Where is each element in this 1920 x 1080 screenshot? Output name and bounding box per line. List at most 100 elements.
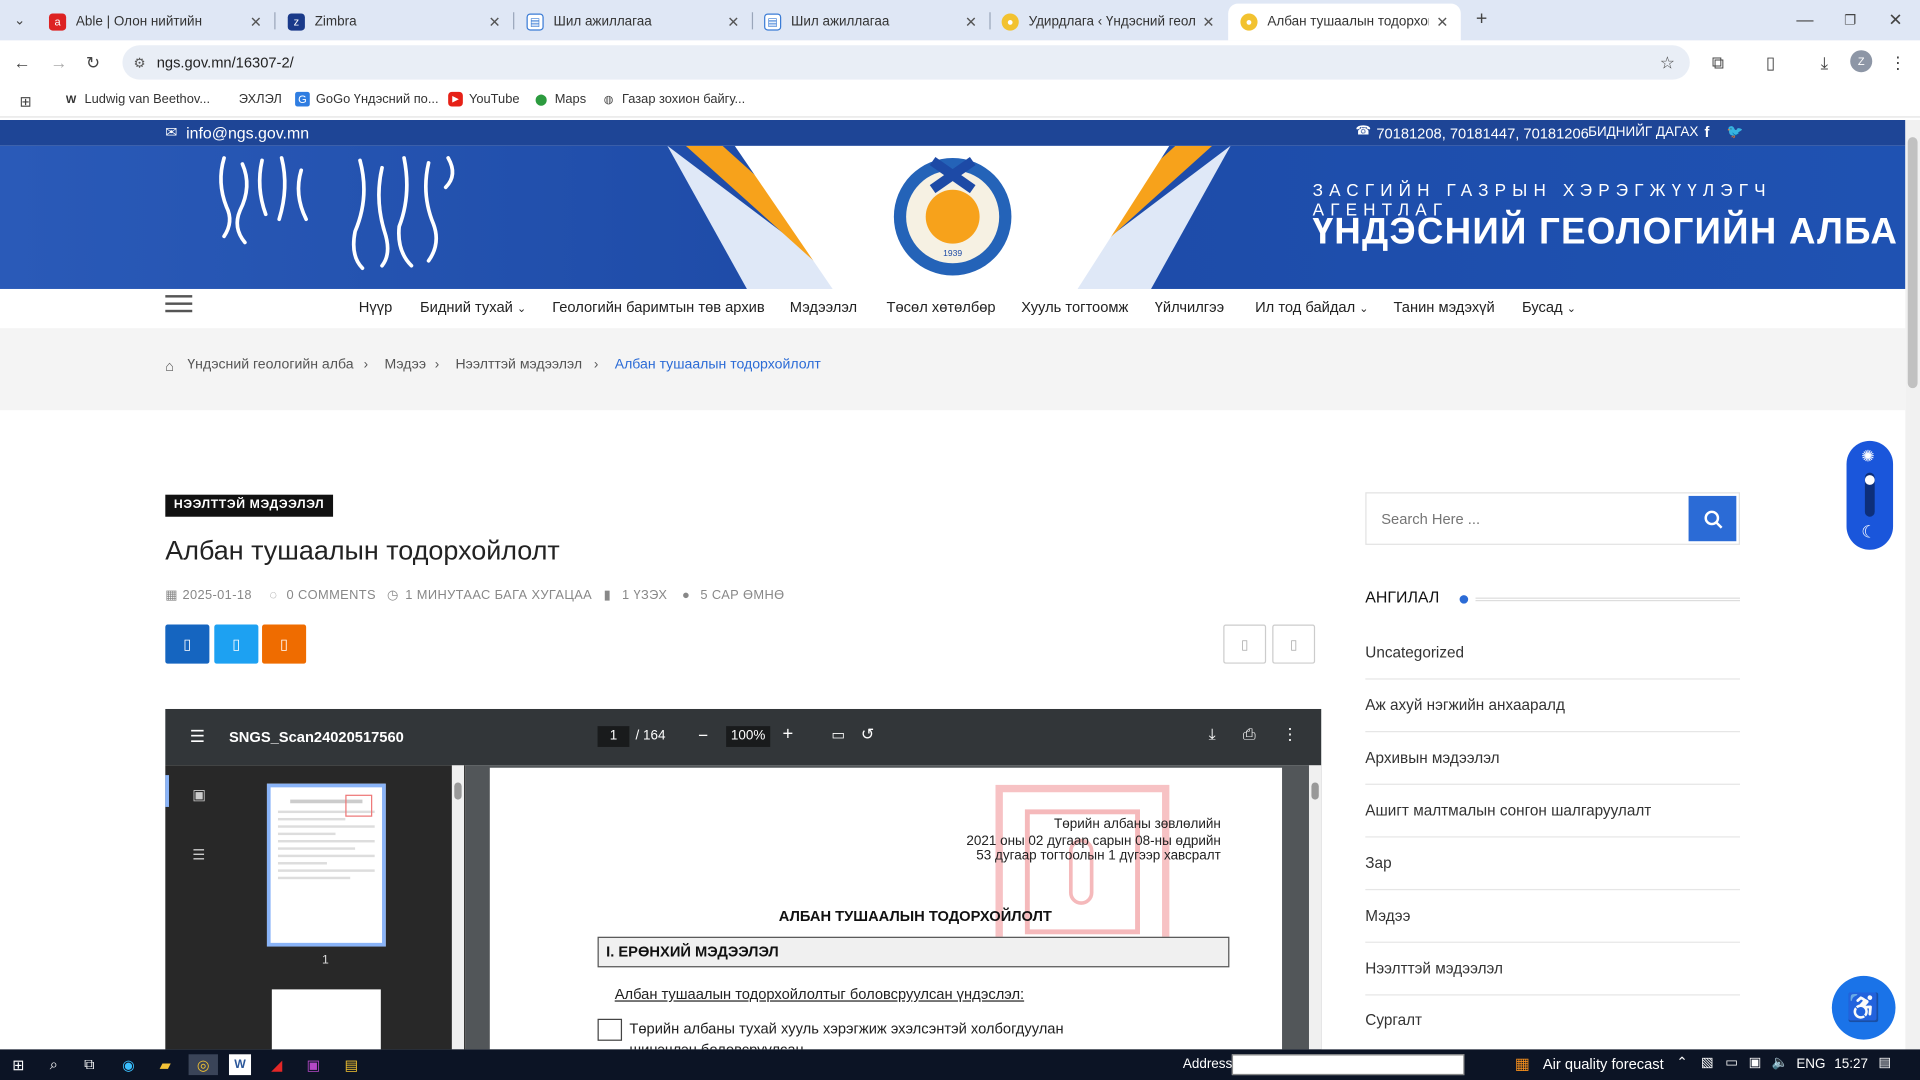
share-twitter-button[interactable]: ▯ (214, 624, 259, 664)
thumbnail-scrollbar[interactable] (451, 765, 465, 1050)
nav-projects[interactable]: Төсөл хөтөлбөр (887, 299, 996, 316)
zoom-in-icon[interactable]: + (782, 724, 793, 745)
notifications-icon[interactable]: ▤ (1878, 1054, 1891, 1071)
bookmark-item[interactable]: ◍ Газар зохион байгу... (601, 92, 745, 107)
reading-mode-icon[interactable]: ▯ (1758, 50, 1782, 74)
clock[interactable]: 15:27 (1834, 1057, 1868, 1072)
search-input[interactable] (1366, 493, 1688, 544)
category-link[interactable]: Зар (1365, 855, 1741, 891)
restore-button[interactable]: ❐ (1838, 7, 1862, 31)
tray-display-icon[interactable]: ▭ (1725, 1054, 1738, 1071)
page-scrollbar[interactable] (1905, 120, 1920, 1050)
rotate-icon[interactable]: ↺ (861, 725, 874, 745)
nav-other[interactable]: Бусад ⌄ (1522, 299, 1576, 316)
hamburger-menu-icon[interactable] (165, 295, 193, 313)
nav-about[interactable]: Бидний тухай ⌄ (420, 299, 526, 316)
category-link[interactable]: Ашигт малтмалын сонгон шалгаруулалт (1365, 802, 1741, 838)
language-indicator[interactable]: ENG (1796, 1057, 1825, 1072)
outline-icon[interactable]: ☰ (192, 846, 205, 863)
weather-widget[interactable]: Air quality forecast (1543, 1056, 1664, 1073)
volume-icon[interactable]: 🔈 (1772, 1054, 1789, 1071)
email-post-button[interactable]: ▯ (1272, 624, 1316, 664)
nav-services[interactable]: Үйлчилгээ (1155, 299, 1224, 316)
browser-tab[interactable]: z Zimbra ✕ (276, 4, 514, 41)
category-link[interactable]: Сургалт (1365, 1011, 1740, 1045)
reload-icon[interactable]: ↻ (81, 50, 105, 74)
file-explorer-icon[interactable]: ▰ (154, 1054, 176, 1075)
pdf-print-icon[interactable]: ⎙ (1243, 725, 1256, 745)
new-tab-button[interactable]: + (1469, 7, 1493, 31)
nav-knowledge[interactable]: Танин мэдэхүй (1393, 299, 1494, 316)
pdf-zoom-input[interactable]: 100% (726, 726, 771, 747)
nav-archive[interactable]: Геологийн баримтын төв архив (552, 299, 764, 316)
category-link[interactable]: Архивын мэдээлэл (1365, 749, 1741, 785)
tray-chevron-icon[interactable]: ⌃ (1676, 1054, 1687, 1071)
tray-app-icon[interactable]: ▣ (1749, 1054, 1762, 1071)
nav-transparency[interactable]: Ил тод байдал ⌄ (1255, 299, 1368, 316)
extensions-icon[interactable]: ⧉ (1706, 50, 1730, 74)
pdf-scrollbar[interactable] (1308, 765, 1322, 1050)
category-link[interactable]: Аж ахуй нэгжийн анхааралд (1365, 697, 1741, 733)
nav-home[interactable]: Нүүр (359, 299, 392, 316)
browser-tab-active[interactable]: ● Албан тушаалын тодорхойлол ✕ (1228, 3, 1461, 41)
search-button[interactable] (1688, 495, 1737, 542)
page-thumbnail[interactable] (266, 783, 386, 947)
category-badge[interactable]: НЭЭЛТТЭЙ МЭДЭЭЛЭЛ (165, 494, 333, 517)
downloads-icon[interactable]: ⤓ (1812, 50, 1836, 74)
post-comments[interactable]: 0 COMMENTS (287, 588, 376, 603)
acrobat-icon[interactable]: ◢ (266, 1054, 288, 1075)
forward-icon[interactable]: → (47, 50, 71, 74)
category-link[interactable]: Uncategorized (1365, 644, 1741, 680)
share-reddit-button[interactable]: ▯ (262, 624, 307, 664)
close-tab-icon[interactable]: ✕ (965, 13, 977, 30)
taskbar-address-input[interactable] (1231, 1054, 1465, 1076)
tray-network-icon[interactable]: ▧ (1701, 1054, 1714, 1071)
browser-tab[interactable]: ▤ Шил ажиллагаа ✕ (514, 4, 752, 41)
bookmark-star-icon[interactable]: ☆ (1660, 52, 1675, 73)
close-tab-icon[interactable]: ✕ (1202, 13, 1214, 30)
tab-search-icon[interactable]: ⌄ (7, 7, 31, 31)
twitter-icon[interactable]: 🐦 (1727, 124, 1744, 140)
thumbnails-icon[interactable]: ▣ (192, 786, 206, 803)
pdf-download-icon[interactable]: ⤓ (1209, 725, 1216, 745)
address-bar[interactable]: ⚙ ngs.gov.mn/16307-2/ ☆ (122, 45, 1690, 80)
app-icon[interactable]: ▤ (340, 1054, 362, 1075)
bookmark-item[interactable]: ЭХЛЭЛ (239, 92, 282, 107)
bookmark-item[interactable]: W Ludwig van Beethov... (64, 92, 210, 107)
pdf-more-icon[interactable]: ⋮ (1282, 725, 1298, 745)
browser-tab[interactable]: a Able | Олон нийтийн ✕ (37, 4, 275, 41)
search-icon[interactable]: ⌕ (43, 1054, 65, 1075)
site-info-icon[interactable]: ⚙ (133, 54, 145, 71)
browser-tab[interactable]: ● Удирдлага ‹ Үндэсний геологи ✕ (989, 4, 1227, 41)
nav-information[interactable]: Мэдээлэл (790, 299, 857, 316)
theme-toggle[interactable]: ✺ ☾ (1846, 440, 1894, 550)
share-facebook-button[interactable]: ▯ (165, 624, 210, 664)
category-link[interactable]: Мэдээ (1365, 907, 1741, 943)
bookmark-item[interactable]: ⬤ Maps (534, 92, 586, 107)
close-tab-icon[interactable]: ✕ (727, 13, 739, 30)
apps-grid-icon[interactable]: ⊞ (13, 89, 37, 113)
pdf-page-input[interactable]: 1 (597, 726, 630, 747)
windows-start-icon[interactable]: ⊞ (7, 1054, 29, 1075)
chrome-icon[interactable]: ◎ (188, 1054, 218, 1076)
fit-page-icon[interactable]: ▭ (831, 726, 845, 743)
pdf-menu-icon[interactable]: ☰ (190, 726, 205, 747)
close-tab-icon[interactable]: ✕ (250, 13, 262, 30)
word-icon[interactable]: W (228, 1054, 252, 1076)
zoom-out-icon[interactable]: − (698, 725, 708, 745)
accessibility-button[interactable]: ♿ (1831, 975, 1896, 1040)
task-view-icon[interactable]: ⧉ (78, 1054, 100, 1075)
bookmark-item[interactable]: ▶ YouTube (448, 91, 520, 107)
edge-icon[interactable]: ◉ (118, 1054, 140, 1075)
back-icon[interactable]: ← (10, 50, 34, 74)
minimize-button[interactable]: — (1793, 7, 1817, 31)
app-icon[interactable]: ▣ (302, 1054, 324, 1075)
close-tab-icon[interactable]: ✕ (1436, 13, 1448, 30)
breadcrumb-item[interactable]: Үндэсний геологийн алба (187, 358, 353, 373)
category-link[interactable]: Нээлттэй мэдээлэл (1365, 960, 1741, 996)
close-tab-icon[interactable]: ✕ (488, 13, 500, 30)
bookmark-item[interactable]: G GoGo Үндэсний по... (295, 91, 439, 107)
close-window-button[interactable]: ✕ (1883, 7, 1907, 31)
menu-icon[interactable]: ⋮ (1886, 50, 1910, 74)
profile-avatar[interactable]: Z (1850, 50, 1873, 73)
